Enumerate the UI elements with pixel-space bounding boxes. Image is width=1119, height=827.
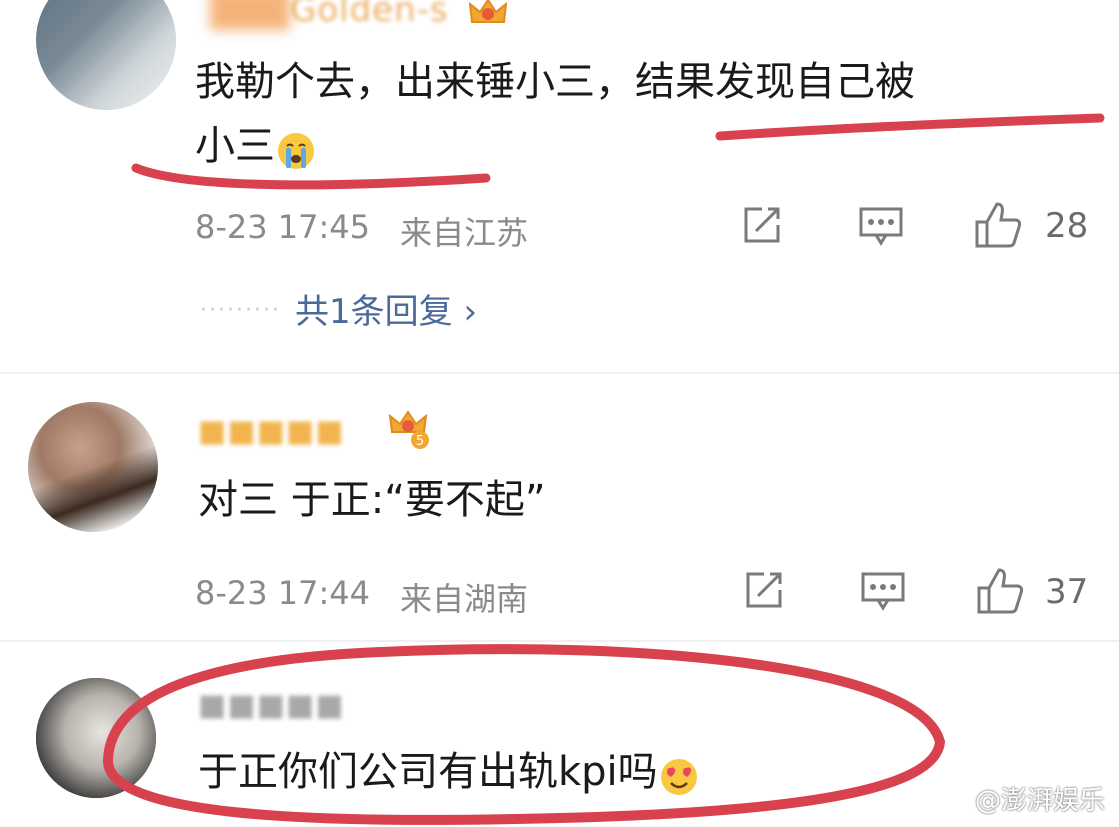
avatar[interactable]: [36, 0, 176, 110]
crown-badge-icon: [468, 0, 508, 28]
like-icon[interactable]: [976, 566, 1026, 620]
username[interactable]: ■■■■■: [198, 414, 345, 449]
comment-3: ■■■■■ 于正你们公司有出轨kpi吗: [0, 650, 1119, 827]
watermark: @澎湃娱乐: [974, 786, 1105, 816]
crying-face-icon: [275, 127, 317, 169]
reply-dots: ·········: [200, 298, 281, 323]
avatar-mask: [210, 0, 290, 30]
comment-2: ■■■■■ 5 对三 于正:“要不起” 8-23 17:44 来自湖南 37: [0, 380, 1119, 640]
comment-text: 对三 于正:“要不起”: [198, 477, 546, 523]
comment-text-line-2: 小三: [195, 114, 1095, 178]
like-count: 37: [1045, 572, 1089, 612]
comment-1: Golden-s 我勒个去，出来锤小三，结果发现自己被 小三 8-23 17:4…: [0, 0, 1119, 360]
share-icon[interactable]: [740, 205, 782, 251]
comment-text-line-2-text: 小三: [195, 123, 275, 169]
location: 来自江苏: [400, 214, 529, 252]
avatar[interactable]: [28, 402, 158, 532]
location: 来自湖南: [400, 580, 529, 618]
comment-icon[interactable]: [860, 570, 906, 616]
heart-eyes-icon: [658, 753, 700, 795]
avatar[interactable]: [36, 678, 156, 798]
comment-text-line-1: 我勒个去，出来锤小三，结果发现自己被: [195, 59, 915, 105]
svg-text:5: 5: [416, 434, 424, 449]
comment-icon[interactable]: [858, 205, 904, 251]
view-replies-link[interactable]: 共1条回复 ›: [295, 284, 477, 333]
comment-text: 于正你们公司有出轨kpi吗: [198, 740, 700, 804]
divider: [0, 372, 1119, 374]
share-icon[interactable]: [742, 570, 784, 616]
username[interactable]: ■■■■■: [198, 688, 345, 723]
timestamp: 8-23 17:44: [195, 574, 371, 612]
comment-text: 我勒个去，出来锤小三，结果发现自己被 小三: [195, 50, 1095, 178]
username[interactable]: Golden-s: [290, 0, 449, 30]
crown-badge-icon: 5: [388, 408, 429, 449]
like-icon[interactable]: [974, 200, 1024, 254]
divider: [0, 640, 1119, 642]
timestamp: 8-23 17:45: [195, 208, 371, 246]
like-count: 28: [1045, 206, 1089, 246]
comment-text-content: 于正你们公司有出轨kpi吗: [198, 749, 658, 795]
